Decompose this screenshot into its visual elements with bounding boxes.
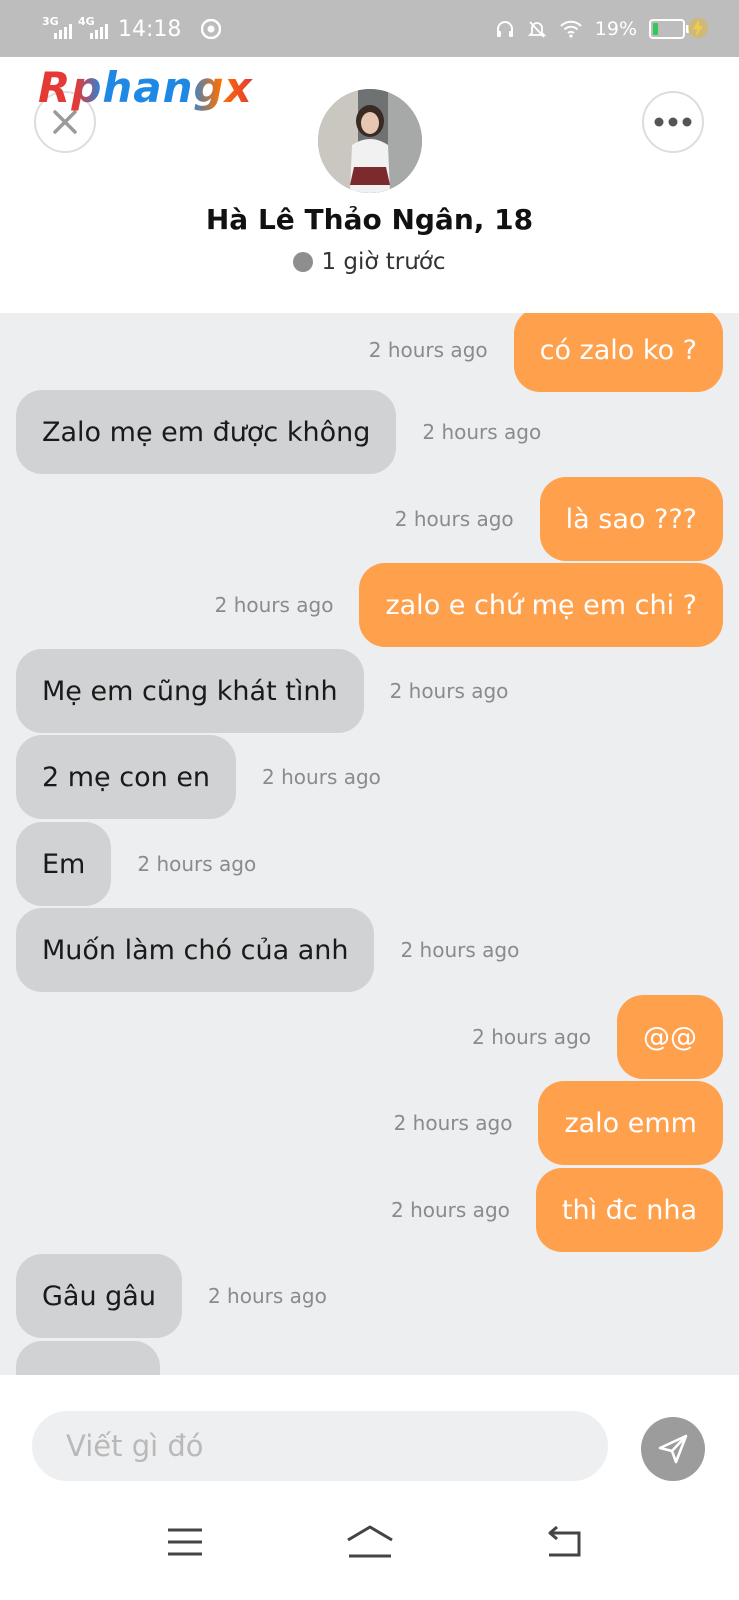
status-bar-left: 3G 4G 14:18 (42, 12, 222, 46)
more-dots-icon (654, 117, 692, 127)
message-timestamp: 2 hours ago (400, 938, 520, 962)
last-seen: 1 giờ trước (0, 249, 739, 275)
outgoing-bubble[interactable]: có zalo ko ? (513, 313, 723, 392)
status-bar: 3G 4G 14:18 19% (0, 0, 739, 57)
incoming-bubble[interactable]: 2 mẹ con en (16, 735, 237, 819)
message-list[interactable]: có zalo ko ? 2 hours ago Zalo mẹ em được… (0, 313, 739, 1375)
outgoing-bubble[interactable]: zalo emm (538, 1081, 723, 1165)
message-row: là sao ??? 2 hours ago (395, 477, 723, 561)
system-navigation-bar (0, 1487, 739, 1600)
back-nav-button[interactable] (528, 1515, 598, 1569)
contact-name: Hà Lê Thảo Ngân, 18 (205, 203, 534, 236)
offline-status-dot (293, 252, 314, 272)
wifi-icon (560, 20, 582, 38)
message-timestamp: 2 hours ago (389, 679, 509, 703)
message-row-partial (16, 1341, 160, 1375)
outgoing-bubble[interactable]: là sao ??? (539, 477, 723, 561)
message-row: Zalo mẹ em được không 2 hours ago (16, 390, 541, 474)
home-icon (347, 1525, 393, 1558)
message-timestamp: 2 hours ago (207, 1284, 327, 1308)
more-options-button[interactable] (642, 91, 704, 153)
message-timestamp: 2 hours ago (214, 593, 334, 617)
message-timestamp: 2 hours ago (368, 338, 488, 362)
signal-4g-icon: 4G (78, 15, 108, 41)
message-timestamp: 2 hours ago (394, 507, 514, 531)
message-timestamp: 2 hours ago (422, 420, 542, 444)
message-timestamp: 2 hours ago (393, 1111, 513, 1135)
message-row: Em 2 hours ago (16, 822, 256, 906)
outgoing-bubble[interactable]: @@ (617, 995, 723, 1079)
incoming-bubble-partial[interactable] (16, 1341, 160, 1375)
signal-3g-icon: 3G (42, 15, 72, 41)
outgoing-bubble[interactable]: thì đc nha (535, 1168, 723, 1252)
incoming-bubble[interactable]: Mẹ em cũng khát tình (16, 649, 364, 733)
message-row: Mẹ em cũng khát tình 2 hours ago (16, 649, 508, 733)
send-icon (658, 1434, 688, 1464)
avatar-photo (318, 89, 422, 193)
message-row: Gâu gâu 2 hours ago (16, 1254, 327, 1338)
message-input[interactable] (32, 1411, 608, 1481)
status-bar-right: 19% (495, 12, 689, 46)
message-timestamp: 2 hours ago (391, 1198, 510, 1222)
menu-nav-button[interactable] (150, 1515, 220, 1569)
send-button[interactable] (641, 1417, 705, 1481)
message-row: zalo e chứ mẹ em chi ? 2 hours ago (215, 563, 723, 647)
charging-bolt-icon (688, 18, 708, 38)
chrome-icon (201, 19, 222, 39)
bell-off-icon (527, 21, 546, 38)
message-row: 2 mẹ con en 2 hours ago (16, 735, 381, 819)
message-timestamp: 2 hours ago (262, 765, 381, 789)
message-row: Muốn làm chó của anh 2 hours ago (16, 908, 519, 992)
home-nav-button[interactable] (335, 1515, 405, 1569)
incoming-bubble[interactable]: Gâu gâu (16, 1254, 182, 1338)
message-timestamp: 2 hours ago (472, 1025, 591, 1049)
last-seen-text: 1 giờ trước (321, 249, 446, 275)
headphones-icon (496, 21, 513, 37)
message-row: @@ 2 hours ago (472, 995, 723, 1079)
incoming-bubble[interactable]: Muốn làm chó của anh (16, 908, 375, 992)
chat-header: Rphangx Hà Lê Thảo Ngân, 18 1 giờ trước (0, 57, 739, 313)
incoming-bubble[interactable]: Zalo mẹ em được không (16, 390, 397, 474)
message-timestamp: 2 hours ago (137, 852, 257, 876)
close-icon (53, 110, 77, 134)
clock: 14:18 (118, 16, 182, 42)
message-row: zalo emm 2 hours ago (394, 1081, 723, 1165)
incoming-bubble[interactable]: Em (16, 822, 112, 906)
composer-bar (0, 1375, 739, 1487)
battery-icon (649, 19, 689, 39)
menu-icon (168, 1528, 202, 1556)
avatar[interactable] (318, 89, 422, 193)
outgoing-bubble[interactable]: zalo e chứ mẹ em chi ? (359, 563, 723, 647)
message-row: thì đc nha 2 hours ago (391, 1168, 723, 1252)
back-icon (548, 1525, 581, 1557)
battery-percent: 19% (594, 18, 637, 40)
watermark-logo: Rphangx (38, 63, 253, 112)
message-row: có zalo ko ? 2 hours ago (369, 313, 723, 392)
